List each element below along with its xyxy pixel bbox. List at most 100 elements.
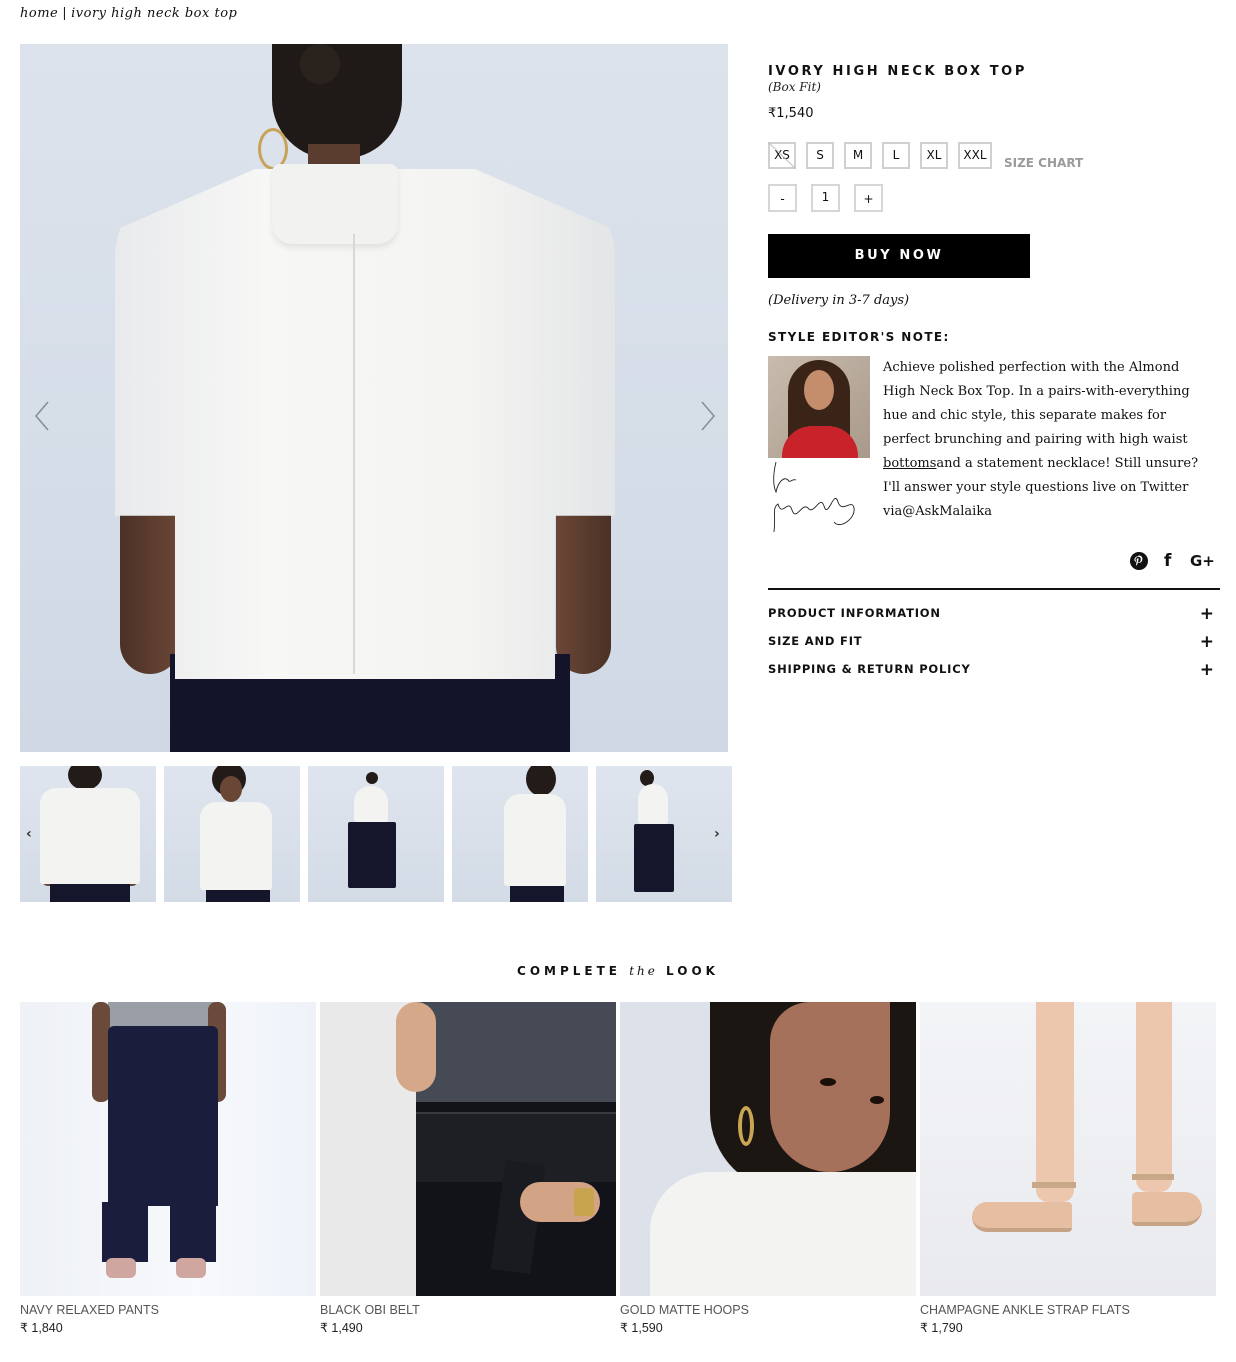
size-option-xl[interactable]: XL [920,142,948,169]
product-title: IVORY HIGH NECK BOX TOP [768,64,1027,79]
thumbnail-prev-arrow[interactable]: ‹ [26,826,32,842]
thumb-pants [348,822,396,888]
leg [1036,1002,1074,1202]
gallery-prev-button[interactable] [28,396,58,436]
pinterest-icon[interactable] [1130,552,1148,575]
model-shirt [115,169,615,679]
gallery-next-button[interactable] [692,396,722,436]
product-price: ₹ 1,490 [320,1321,363,1335]
product-name[interactable]: GOLD MATTE HOOPS [620,1303,916,1317]
thumb-pants [510,886,564,902]
pant-leg [102,1202,148,1262]
chevron-left-icon [34,401,49,431]
product-price: ₹1,540 [768,106,814,121]
quantity-decrease-button[interactable]: - [768,184,797,212]
thumbnail-5[interactable] [596,766,732,902]
style-editor-note-heading: STYLE EDITOR'S NOTE: [768,330,950,344]
size-chart-link[interactable]: SIZE CHART [1004,156,1083,170]
thumbnail-3[interactable] [308,766,444,902]
ankle-strap [1032,1182,1076,1188]
thumb-hair [68,766,102,790]
thumbnail-next-arrow[interactable]: › [714,826,720,842]
product-price: ₹ 1,790 [920,1321,963,1335]
thumb-pants [634,824,674,892]
chevron-right-icon [701,401,716,431]
accordion-shipping-return-policy[interactable]: SHIPPING & RETURN POLICY + [768,660,1220,682]
thumb-shirt [40,788,140,884]
model-hair-bun [300,44,340,84]
size-option-m[interactable]: M [844,142,872,169]
product-name[interactable]: CHAMPAGNE ANKLE STRAP FLATS [920,1303,1216,1317]
product-name[interactable]: BLACK OBI BELT [320,1303,616,1317]
quantity-increase-button[interactable]: + [854,184,883,212]
product-image [920,1002,1216,1296]
thumbnail-1[interactable] [20,766,156,902]
plus-icon: + [1199,660,1214,680]
grey-tee [108,1002,218,1028]
facebook-icon[interactable]: f [1164,551,1171,571]
thumbnail-4[interactable] [452,766,588,902]
foot-sandal [972,1202,1072,1232]
product-name[interactable]: NAVY RELAXED PANTS [20,1303,316,1317]
gold-hoop [738,1106,754,1146]
thumb-shirt [200,802,272,890]
size-option-xxl[interactable]: XXL [958,142,992,169]
accordion-size-and-fit[interactable]: SIZE AND FIT + [768,632,1220,654]
heading-part-italic: the [629,964,658,978]
thumb-hair [526,766,556,796]
breadcrumb-current: ivory high neck box top [71,6,238,21]
model-collar [272,164,398,244]
accordion-product-information[interactable]: PRODUCT INFORMATION + [768,604,1220,626]
social-share: f G+ [1130,551,1220,575]
accordion-label: SIZE AND FIT [768,634,863,648]
thumb-shirt [504,794,566,886]
google-plus-icon[interactable]: G+ [1190,552,1215,570]
main-product-image[interactable] [20,44,728,752]
thumbnail-strip: ‹ › [20,766,732,902]
thumb-shirt [638,784,668,824]
accordion-label: PRODUCT INFORMATION [768,606,941,620]
ankle-strap [1132,1174,1174,1180]
thumb-pants [206,890,270,902]
product-details: IVORY HIGH NECK BOX TOP (Box Fit) ₹1,540… [768,60,1220,680]
heading-part: LOOK [666,964,719,978]
thumb-shirt [354,786,388,822]
quantity-input[interactable]: 1 [811,184,840,212]
product-card-champagne-ankle-strap-flats[interactable]: CHAMPAGNE ANKLE STRAP FLATS ₹ 1,790 [920,1002,1216,1335]
face [770,1002,890,1172]
section-divider [768,588,1220,590]
product-card-gold-matte-hoops[interactable]: GOLD MATTE HOOPS ₹ 1,590 [620,1002,916,1335]
size-option-l[interactable]: L [882,142,910,169]
complete-the-look-heading: COMPLETE the LOOK [0,964,1236,978]
product-image [320,1002,616,1296]
eye [870,1096,884,1104]
product-price: ₹ 1,840 [20,1321,63,1335]
size-option-xs[interactable]: XS [768,142,796,169]
product-card-black-obi-belt[interactable]: BLACK OBI BELT ₹ 1,490 [320,1002,616,1335]
product-image [20,1002,316,1296]
product-image [620,1002,916,1296]
size-option-s[interactable]: S [806,142,834,169]
pant-leg [170,1202,216,1262]
plus-icon: + [1199,632,1214,652]
product-card-navy-relaxed-pants[interactable]: NAVY RELAXED PANTS ₹ 1,840 [20,1002,316,1335]
buy-now-button[interactable]: BUY NOW [768,234,1030,278]
accordion-label: SHIPPING & RETURN POLICY [768,662,971,676]
shoe [176,1258,206,1278]
bottoms-link[interactable]: bottoms [883,456,936,471]
breadcrumb-home-link[interactable]: home [20,6,58,21]
delivery-estimate: (Delivery in 3-7 days) [768,293,910,308]
pants-top [108,1026,218,1206]
foot-sandal [1132,1192,1202,1226]
heading-part: COMPLETE [517,964,622,978]
product-fit: (Box Fit) [768,80,821,94]
breadcrumb-separator: | [62,6,68,21]
eye [820,1078,836,1086]
thumb-pants [50,884,130,902]
editor-signature [773,461,855,533]
editor-face [804,370,834,410]
thumbnail-2[interactable] [164,766,300,902]
thumb-hair [366,772,378,784]
arm [396,1002,436,1092]
shirt-button-placket [353,234,355,674]
